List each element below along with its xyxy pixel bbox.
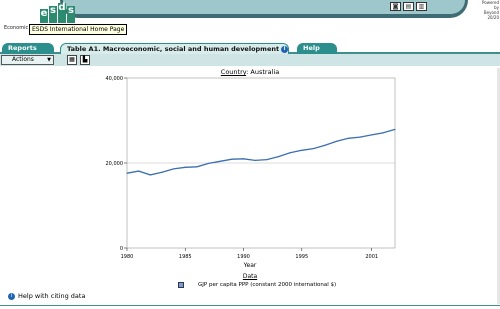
legend: GJP per capita PPP (constant 2000 intern… (178, 282, 336, 288)
y-tick-label: 40,000 (106, 76, 124, 82)
x-tick-label: 1985 (179, 254, 192, 260)
info-icon: i (8, 292, 15, 300)
legend-swatch (178, 282, 184, 288)
data-point (173, 168, 175, 170)
x-tick-label: 2001 (365, 254, 378, 260)
data-point (347, 137, 349, 139)
data-point (219, 160, 221, 162)
data-point (277, 156, 280, 158)
data-point (394, 128, 396, 131)
x-tick-label: 1990 (237, 254, 250, 260)
footer: i Help with citing data (6, 292, 85, 300)
data-point (359, 136, 361, 138)
data-point (242, 158, 245, 160)
data-point (161, 171, 163, 173)
data-point (231, 158, 233, 160)
footer-divider (0, 305, 500, 306)
data-heading: Data (242, 273, 258, 280)
data-point (371, 134, 373, 136)
y-tick-label: 20,000 (106, 161, 124, 167)
data-point (138, 170, 140, 172)
data-point (196, 166, 198, 168)
legend-label: GJP per capita PPP (constant 2000 intern… (198, 282, 337, 288)
data-point (254, 159, 256, 162)
data-point (149, 174, 151, 176)
help-citing-link[interactable]: Help with citing data (18, 292, 85, 300)
data-point (289, 152, 291, 154)
data-point (324, 144, 326, 146)
data-point (266, 159, 268, 161)
x-tick-label: 1980 (121, 254, 134, 260)
data-point (126, 172, 128, 174)
x-tick-label: 1995 (295, 254, 308, 260)
y-tick-label: 0 (120, 246, 123, 252)
data-point (382, 132, 384, 134)
data-point (336, 140, 338, 142)
data-point (301, 149, 303, 151)
x-axis-label: Year (243, 262, 257, 269)
data-point (184, 166, 186, 168)
data-point (312, 147, 315, 150)
data-point (207, 162, 210, 165)
series-line (126, 128, 396, 176)
